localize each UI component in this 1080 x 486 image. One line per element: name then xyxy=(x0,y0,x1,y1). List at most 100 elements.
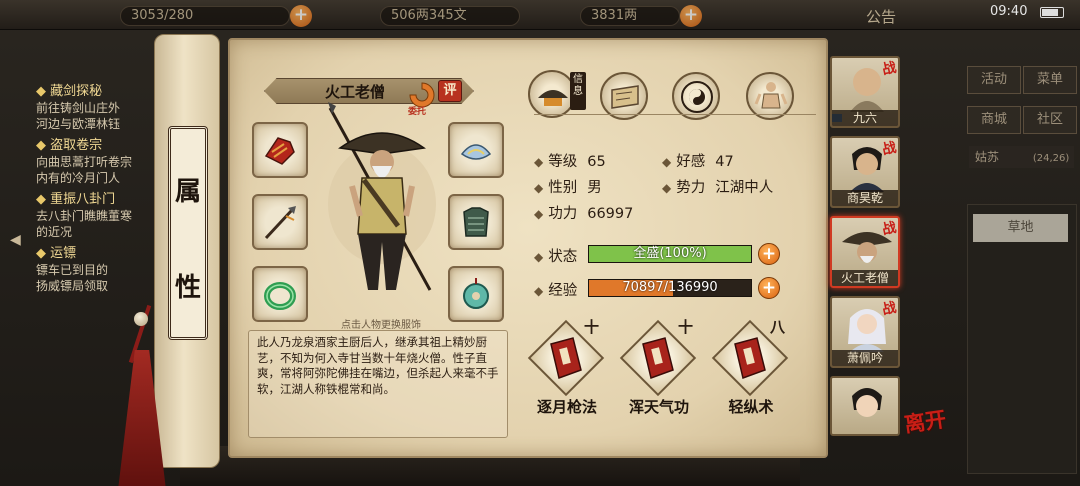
skill-slot-1[interactable] xyxy=(527,319,605,397)
bagua-icon xyxy=(681,81,713,113)
equip-slot-armor[interactable] xyxy=(448,194,504,250)
party-member-name: 九六 xyxy=(832,110,898,126)
stat-state-label: ◆ 状态 xyxy=(534,245,577,266)
diamond-icon: ◆ xyxy=(534,207,544,221)
resource-counter-1: 3053/280 xyxy=(120,6,290,26)
scroll-label-char-1: 属 xyxy=(174,177,201,207)
exp-label-text: 经验 xyxy=(548,283,578,299)
tassel-bead-icon xyxy=(134,312,148,326)
stat-favor-label: 好感 xyxy=(676,154,706,170)
resource-1-plus-button[interactable]: + xyxy=(290,5,312,27)
party-member[interactable]: 战 九六 xyxy=(830,56,900,128)
stats-divider xyxy=(534,114,816,115)
stat-exp-label: ◆ 经验 xyxy=(534,279,577,300)
cloth-hat-icon xyxy=(460,144,492,160)
diamond-icon: ◆ xyxy=(662,155,672,169)
skill-slot-3[interactable] xyxy=(711,319,789,397)
terrain-panel xyxy=(967,204,1077,474)
info-hat-icon xyxy=(538,90,568,106)
status-time: 09:40 xyxy=(990,4,1028,19)
diamond-icon: ◆ xyxy=(534,181,544,195)
stat-gender: ◆ 性别男 xyxy=(534,176,602,197)
skill-book-icon xyxy=(734,337,766,379)
location-display: 姑苏 (24,26) xyxy=(969,146,1074,168)
body-meridian-icon xyxy=(754,82,788,109)
resource-counter-3: 3831两 xyxy=(580,6,680,26)
stat-power-label: 功力 xyxy=(548,206,578,222)
state-bar: 全盛(100%) xyxy=(588,245,752,263)
party-member[interactable]: 战 商昊乾 xyxy=(830,136,900,208)
party-member[interactable]: 战 萧佩吟 xyxy=(830,296,900,368)
evaluate-button[interactable]: 评 xyxy=(438,80,462,102)
tab-scroll[interactable] xyxy=(600,72,648,120)
community-button[interactable]: 社区 xyxy=(1023,106,1077,134)
state-label-text: 状态 xyxy=(548,249,578,265)
equip-slot-accessory[interactable] xyxy=(448,266,504,322)
menu-button[interactable]: 菜单 xyxy=(1023,66,1077,94)
equip-slot-ring[interactable] xyxy=(252,266,308,322)
attribute-title-tag: 属 性 xyxy=(168,126,208,340)
character-figure[interactable] xyxy=(326,94,438,308)
location-name: 姑苏 xyxy=(975,150,1000,164)
stat-power-value: 66997 xyxy=(587,206,634,222)
party-member[interactable] xyxy=(830,376,900,436)
scroll-roller: 属 性 xyxy=(118,34,232,486)
announcement-button[interactable]: 公告 xyxy=(866,6,896,27)
party-member-name: 商昊乾 xyxy=(832,190,898,206)
skill-1-name: 逐月枪法 xyxy=(536,398,597,416)
delegate-label[interactable]: 委托 xyxy=(408,104,426,117)
skill-3-name: 轻纵术 xyxy=(728,398,774,416)
battery-icon xyxy=(1040,7,1064,18)
skill-slot-2[interactable] xyxy=(619,319,697,397)
equip-slot-gloves[interactable] xyxy=(252,122,308,178)
character-bio: 此人乃龙泉酒家主厨后人，继承其祖上精妙厨艺，不知为何入寺甘当数十年烧火僧。性子直… xyxy=(248,330,508,438)
jade-ring-icon xyxy=(264,282,296,310)
party-member-selected[interactable]: 战 火工老僧 xyxy=(830,216,900,288)
jade-pendant-icon xyxy=(463,278,489,309)
scroll-map-icon xyxy=(611,85,639,109)
skill-2-name: 浑天气功 xyxy=(628,398,689,416)
state-plus-button[interactable]: + xyxy=(758,243,780,265)
exp-bar: 70897/136990 xyxy=(588,279,752,297)
stat-favor-value: 47 xyxy=(715,154,734,170)
diamond-icon: ◆ xyxy=(534,284,544,298)
change-outfit-hint: 点击人物更换服饰 xyxy=(341,320,421,331)
location-coords: (24,26) xyxy=(1032,153,1070,164)
stat-gender-value: 男 xyxy=(587,180,602,196)
stat-faction: ◆ 势力 江湖中人 xyxy=(662,176,773,197)
skill-book-icon xyxy=(642,337,674,379)
resource-counter-2: 506两345文 xyxy=(380,6,520,26)
shop-button[interactable]: 商城 xyxy=(967,106,1021,134)
stat-level-value: 65 xyxy=(587,154,606,170)
battle-mark: 战 xyxy=(880,139,898,159)
equip-slot-weapon[interactable] xyxy=(252,194,308,250)
terrain-label: 草地 xyxy=(973,214,1068,242)
armor-icon xyxy=(463,207,489,237)
stat-gender-label: 性别 xyxy=(548,180,578,196)
young-hero-portrait-icon xyxy=(852,388,882,417)
resource-3-plus-button[interactable]: + xyxy=(680,5,702,27)
top-resource-bar: 3053/280 + 506两345文 3831两 + 公告 09:40 xyxy=(0,0,1080,30)
diamond-icon: ◆ xyxy=(662,181,672,195)
party-member-name: 火工老僧 xyxy=(832,270,898,286)
stat-faction-label: 势力 xyxy=(676,180,706,196)
exp-plus-button[interactable]: + xyxy=(758,277,780,299)
right-side-menu: 活动 菜单 商城 社区 姑苏 (24,26) 草地 xyxy=(965,62,1080,486)
tab-info-label: 信息 xyxy=(570,72,586,110)
stat-faction-value: 江湖中人 xyxy=(715,180,774,196)
equip-slot-hat[interactable] xyxy=(448,122,504,178)
diamond-icon: ◆ xyxy=(534,155,544,169)
party-member-name: 萧佩吟 xyxy=(832,350,898,366)
stat-level: ◆ 等级 65 xyxy=(534,150,606,171)
activity-button[interactable]: 活动 xyxy=(967,66,1021,94)
tab-bagua[interactable] xyxy=(672,72,720,120)
stat-favor: ◆ 好感 47 xyxy=(662,150,734,171)
leave-button[interactable]: 离开 xyxy=(902,403,948,439)
skill-book-icon xyxy=(550,337,582,379)
tab-meridian[interactable] xyxy=(746,72,794,120)
tab-info[interactable] xyxy=(528,70,576,118)
gloves-icon xyxy=(264,137,295,165)
quest-tracker[interactable]: 藏剑探秘 前往铸剑山庄外 河边与欧潭林钰 盗取卷宗 向曲思蒿打听卷宗 内有的冷月… xyxy=(0,78,160,318)
spear-icon xyxy=(264,206,296,240)
exp-bar-text: 70897/136990 xyxy=(622,280,718,295)
